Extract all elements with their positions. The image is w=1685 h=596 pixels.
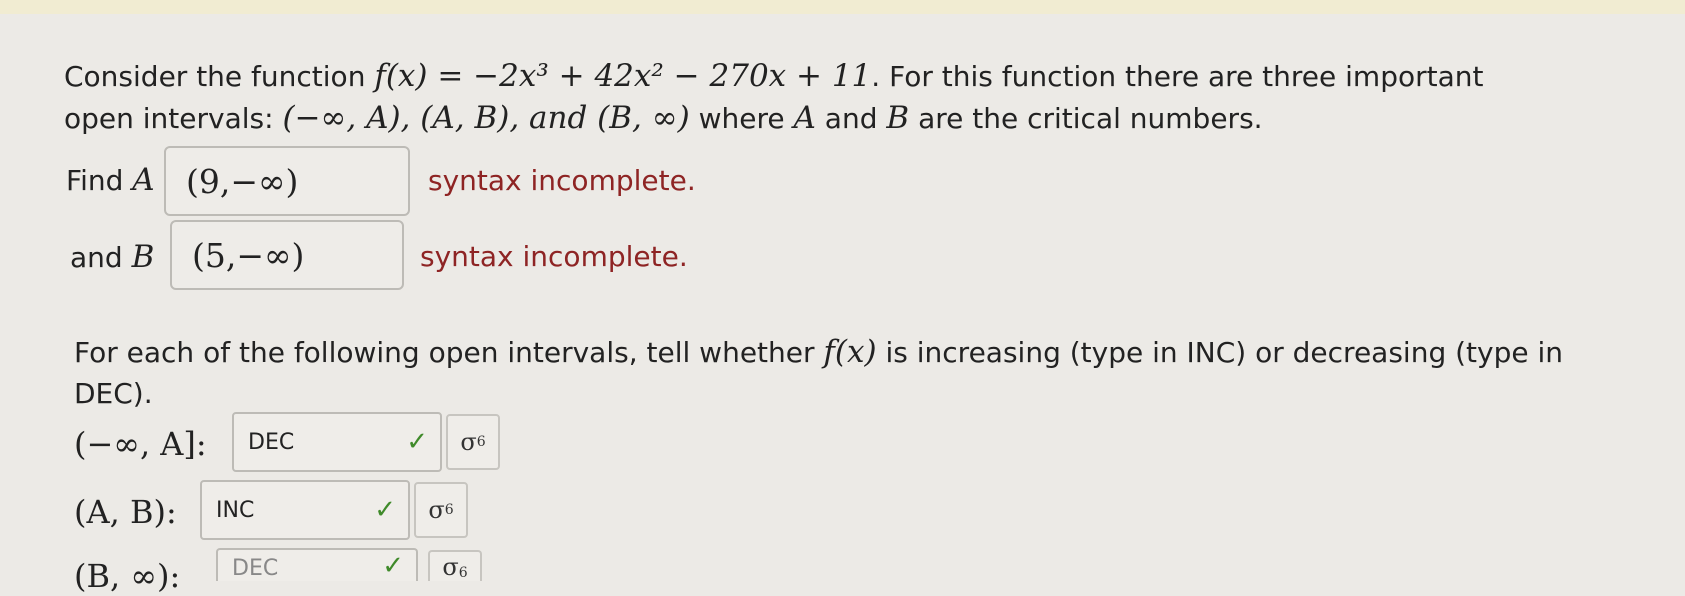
- part2-line-1: For each of the following open intervals…: [74, 330, 1563, 375]
- answer-a-value: (9,−∞): [186, 161, 299, 201]
- interval-1-label: (−∞, A]:: [74, 425, 207, 463]
- part2-fx: f(x): [823, 334, 877, 370]
- intervals-expression: (−∞, A), (A, B), and (B, ∞): [282, 100, 690, 136]
- interval-2-value: INC: [216, 497, 255, 523]
- and-label: and: [70, 241, 123, 274]
- intro-text: Consider the function: [64, 60, 366, 93]
- find-a-label: Find A: [66, 162, 155, 199]
- interval-1-value: DEC: [248, 429, 295, 455]
- interval-2-input[interactable]: INC ✓: [200, 480, 410, 540]
- part2-text: For each of the following open intervals…: [74, 336, 815, 369]
- formula-icon-button[interactable]: σ6: [428, 550, 482, 581]
- sigma-icon: σ: [428, 496, 445, 524]
- find-label: Find: [66, 164, 124, 197]
- interval-1-input[interactable]: DEC ✓: [232, 412, 442, 472]
- var-b: B: [886, 100, 910, 136]
- and-text: and: [824, 102, 878, 135]
- find-b-label: and B: [70, 239, 154, 276]
- find-a-var: A: [132, 162, 155, 198]
- function-expression: f(x) = −2x³ + 42x² − 270x + 11: [374, 58, 872, 94]
- answer-b-value: (5,−∞): [192, 235, 305, 275]
- var-a: A: [793, 100, 816, 136]
- question-line-1: Consider the function f(x) = −2x³ + 42x²…: [64, 54, 1483, 99]
- interval-3-input[interactable]: DEC ✓: [216, 548, 418, 581]
- check-icon: ✓: [374, 495, 396, 525]
- sigma-icon: σ: [460, 428, 477, 456]
- formula-icon-button[interactable]: σ6: [446, 414, 500, 470]
- question-line-2: open intervals: (−∞, A), (A, B), and (B,…: [64, 96, 1263, 141]
- sigma-icon: σ: [442, 553, 459, 581]
- answer-a-error: syntax incomplete.: [428, 164, 696, 197]
- part2-tail: is increasing (type in INC) or decreasin…: [885, 336, 1564, 369]
- check-icon: ✓: [406, 427, 428, 457]
- critical-text: are the critical numbers.: [918, 102, 1263, 135]
- intervals-label: open intervals:: [64, 102, 274, 135]
- where-text: where: [698, 102, 785, 135]
- intro-tail: . For this function there are three impo…: [871, 60, 1484, 93]
- check-icon: ✓: [382, 551, 404, 581]
- part2-line2-text: DEC).: [74, 377, 153, 410]
- find-b-var: B: [131, 239, 155, 275]
- answer-b-input[interactable]: (5,−∞): [170, 220, 404, 290]
- interval-3-value: DEC: [232, 556, 279, 581]
- answer-a-input[interactable]: (9,−∞): [164, 146, 410, 216]
- interval-2-label: (A, B):: [74, 493, 177, 531]
- interval-3-label: (B, ∞):: [74, 557, 181, 595]
- formula-icon-button[interactable]: σ6: [414, 482, 468, 538]
- part2-line-2: DEC).: [74, 372, 153, 416]
- answer-b-error: syntax incomplete.: [420, 240, 688, 273]
- top-strip: [0, 0, 1685, 14]
